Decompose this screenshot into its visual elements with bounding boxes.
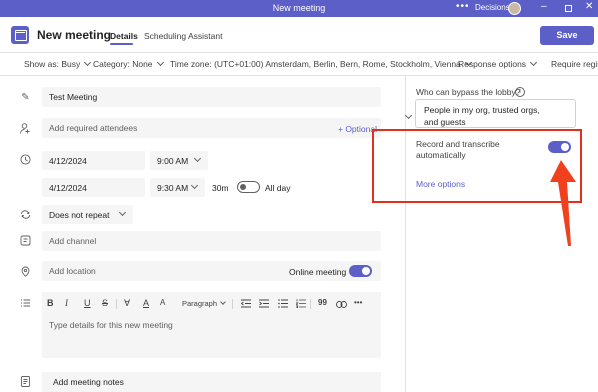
channel-icon <box>20 235 31 246</box>
start-time-dropdown[interactable]: 9:00 AM <box>150 151 208 170</box>
numbered-list-icon[interactable] <box>295 299 306 310</box>
font-color-icon[interactable]: A <box>143 298 149 308</box>
more-icon[interactable]: ••• <box>456 1 470 12</box>
location-icon <box>20 266 31 277</box>
divider <box>0 75 598 76</box>
lobby-dropdown[interactable]: People in my org, trusted orgs, and gues… <box>404 99 576 128</box>
clock-icon <box>20 154 31 165</box>
save-button[interactable]: Save <box>540 26 594 45</box>
info-icon[interactable]: i <box>515 87 525 97</box>
pencil-icon: ✎ <box>21 92 30 103</box>
add-person-icon <box>20 123 31 134</box>
link-icon[interactable] <box>336 300 347 310</box>
annotation-arrow-icon <box>550 160 576 246</box>
start-time-value: 9:00 AM <box>157 156 189 166</box>
channel-input[interactable]: Add channel <box>42 231 381 251</box>
category-label: Category: None <box>93 59 153 69</box>
org-label: Decisions <box>475 3 510 12</box>
chevron-down-icon <box>220 299 226 305</box>
font-size-icon[interactable]: A <box>160 298 165 307</box>
details-icon <box>20 298 31 309</box>
show-as-dropdown[interactable]: Show as: Busy <box>24 58 92 69</box>
online-meeting-toggle[interactable] <box>349 265 372 277</box>
end-date-value: 4/12/2024 <box>49 183 87 193</box>
end-date-picker[interactable]: 4/12/2024 <box>42 178 145 197</box>
repeat-dropdown[interactable]: Does not repeat <box>42 205 133 224</box>
category-dropdown[interactable]: Category: None <box>93 58 164 69</box>
divider <box>0 52 598 53</box>
details-placeholder: Type details for this new meeting <box>49 320 173 330</box>
start-date-picker[interactable]: 4/12/2024 <box>42 151 145 170</box>
attendees-input[interactable]: Add required attendees <box>42 118 381 138</box>
response-options-dropdown[interactable]: Response options <box>458 58 538 69</box>
calendar-icon <box>11 26 29 44</box>
close-icon[interactable]: ✕ <box>585 1 593 12</box>
increase-indent-icon[interactable] <box>259 299 269 310</box>
toolbar-divider <box>232 299 233 309</box>
lobby-value: People in my org, trusted orgs, and gues… <box>424 105 540 127</box>
italic-icon[interactable]: I <box>65 298 68 308</box>
bold-icon[interactable]: B <box>47 298 54 308</box>
strikethrough-icon[interactable]: S <box>102 298 108 308</box>
page-title: New meeting <box>37 28 112 42</box>
title-value: Test Meeting <box>49 92 98 102</box>
quote-icon[interactable]: 99 <box>318 298 327 307</box>
chevron-down-icon <box>118 208 127 217</box>
show-as-label: Show as: Busy <box>24 59 81 69</box>
highlight-icon[interactable]: ∀ <box>124 298 130 309</box>
duration-label: 30m <box>212 183 229 193</box>
underline-icon[interactable]: U <box>84 298 91 308</box>
panel-divider <box>405 76 406 392</box>
meeting-notes-input[interactable]: Add meeting notes <box>42 372 381 392</box>
lobby-label: Who can bypass the lobby? <box>416 87 521 97</box>
chevron-down-icon <box>156 58 164 67</box>
maximize-icon[interactable] <box>565 5 572 12</box>
minimize-icon[interactable]: – <box>541 1 547 12</box>
toolbar-divider <box>116 299 117 309</box>
chevron-down-icon <box>190 181 199 190</box>
online-meeting-label: Online meeting <box>289 267 347 277</box>
title-bar: New meeting ••• Decisions – ✕ <box>0 0 598 17</box>
chevron-down-icon <box>530 58 538 67</box>
tab-active-indicator <box>110 43 133 45</box>
meeting-notes-label: Add meeting notes <box>53 377 124 387</box>
chevron-down-icon <box>404 111 413 120</box>
channel-placeholder: Add channel <box>49 236 97 246</box>
paragraph-dropdown[interactable]: Paragraph <box>182 299 226 308</box>
response-options-label: Response options <box>458 59 527 69</box>
chevron-down-icon <box>193 154 202 163</box>
more-icon[interactable]: ••• <box>354 298 362 307</box>
time-zone-dropdown[interactable]: Time zone: (UTC+01:00) Amsterdam, Berlin… <box>170 58 472 69</box>
repeat-value: Does not repeat <box>49 210 110 220</box>
chevron-down-icon <box>84 58 92 67</box>
avatar[interactable] <box>508 2 521 15</box>
require-label: Require regis <box>551 59 598 69</box>
require-registration-dropdown[interactable]: Require regis <box>551 59 598 69</box>
attendees-placeholder: Add required attendees <box>49 123 138 133</box>
decrease-indent-icon[interactable] <box>240 299 251 310</box>
end-time-dropdown[interactable]: 9:30 AM <box>150 178 205 197</box>
tab-scheduling-assistant[interactable]: Scheduling Assistant <box>144 31 222 41</box>
location-placeholder: Add location <box>49 266 96 276</box>
start-date-value: 4/12/2024 <box>49 156 87 166</box>
notes-icon <box>20 376 31 387</box>
bullet-list-icon[interactable] <box>278 299 288 310</box>
repeat-icon <box>20 209 31 220</box>
end-time-value: 9:30 AM <box>157 183 189 193</box>
all-day-label: All day <box>265 183 291 193</box>
paragraph-label: Paragraph <box>182 299 218 308</box>
title-input[interactable]: Test Meeting <box>42 87 381 107</box>
all-day-toggle[interactable] <box>237 181 260 193</box>
tab-details[interactable]: Details <box>110 31 138 41</box>
time-zone-label: Time zone: (UTC+01:00) Amsterdam, Berlin… <box>170 59 461 69</box>
toolbar-divider <box>310 299 311 309</box>
